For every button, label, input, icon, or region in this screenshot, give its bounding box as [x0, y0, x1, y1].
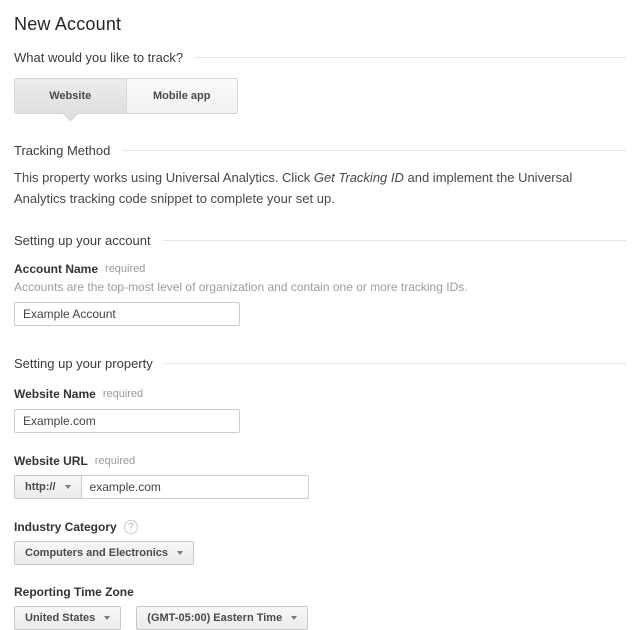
- time-zone-value: (GMT-05:00) Eastern Time: [147, 612, 282, 624]
- website-url-label-text: Website URL: [14, 454, 88, 468]
- account-name-input[interactable]: [14, 302, 240, 326]
- property-section-heading-label: Setting up your property: [14, 356, 153, 371]
- time-zone-dropdown[interactable]: (GMT-05:00) Eastern Time: [136, 606, 308, 630]
- industry-category-value: Computers and Electronics: [25, 547, 168, 559]
- page-title: New Account: [14, 14, 626, 35]
- account-name-help: Accounts are the top-most level of organ…: [14, 280, 626, 294]
- tab-mobile-app[interactable]: Mobile app: [127, 79, 238, 113]
- section-rule: [195, 57, 626, 58]
- track-type-tabs: Website Mobile app: [14, 78, 238, 114]
- chevron-down-icon: [65, 485, 71, 489]
- property-section-heading: Setting up your property: [14, 356, 626, 371]
- website-url-row: http://: [14, 475, 626, 499]
- required-badge: required: [105, 263, 145, 275]
- website-name-label: Website Name required: [14, 387, 626, 401]
- industry-category-label: Industry Category ?: [14, 520, 626, 534]
- reporting-time-zone-label-text: Reporting Time Zone: [14, 585, 134, 599]
- section-rule: [163, 240, 626, 241]
- section-rule: [122, 150, 626, 151]
- tracking-method-heading: Tracking Method: [14, 143, 626, 158]
- chevron-down-icon: [291, 616, 297, 620]
- website-name-label-text: Website Name: [14, 387, 96, 401]
- tab-website-label: Website: [49, 90, 91, 102]
- time-zone-row: United States (GMT-05:00) Eastern Time: [14, 606, 626, 630]
- required-badge: required: [95, 455, 135, 467]
- tab-mobile-app-label: Mobile app: [153, 90, 210, 102]
- account-section-heading-label: Setting up your account: [14, 233, 151, 248]
- account-section-heading: Setting up your account: [14, 233, 626, 248]
- account-name-label: Account Name required: [14, 262, 626, 276]
- chevron-down-icon: [177, 551, 183, 555]
- description-text: This property works using Universal Anal…: [14, 170, 314, 185]
- website-name-input[interactable]: [14, 409, 240, 433]
- country-dropdown[interactable]: United States: [14, 606, 121, 630]
- help-icon[interactable]: ?: [124, 520, 138, 534]
- url-protocol-value: http://: [25, 481, 56, 493]
- section-rule: [165, 363, 626, 364]
- industry-category-label-text: Industry Category: [14, 520, 117, 534]
- chevron-down-icon: [104, 616, 110, 620]
- track-section-heading: What would you like to track?: [14, 50, 626, 65]
- website-url-input[interactable]: [81, 475, 309, 499]
- country-value: United States: [25, 612, 95, 624]
- reporting-time-zone-label: Reporting Time Zone: [14, 585, 626, 599]
- tracking-method-description: This property works using Universal Anal…: [14, 167, 626, 209]
- tracking-method-heading-label: Tracking Method: [14, 143, 110, 158]
- get-tracking-id-text: Get Tracking ID: [314, 170, 404, 185]
- url-protocol-dropdown[interactable]: http://: [14, 475, 82, 499]
- industry-category-dropdown[interactable]: Computers and Electronics: [14, 541, 194, 565]
- required-badge: required: [103, 388, 143, 400]
- account-name-label-text: Account Name: [14, 262, 98, 276]
- website-url-label: Website URL required: [14, 454, 626, 468]
- track-section-heading-label: What would you like to track?: [14, 50, 183, 65]
